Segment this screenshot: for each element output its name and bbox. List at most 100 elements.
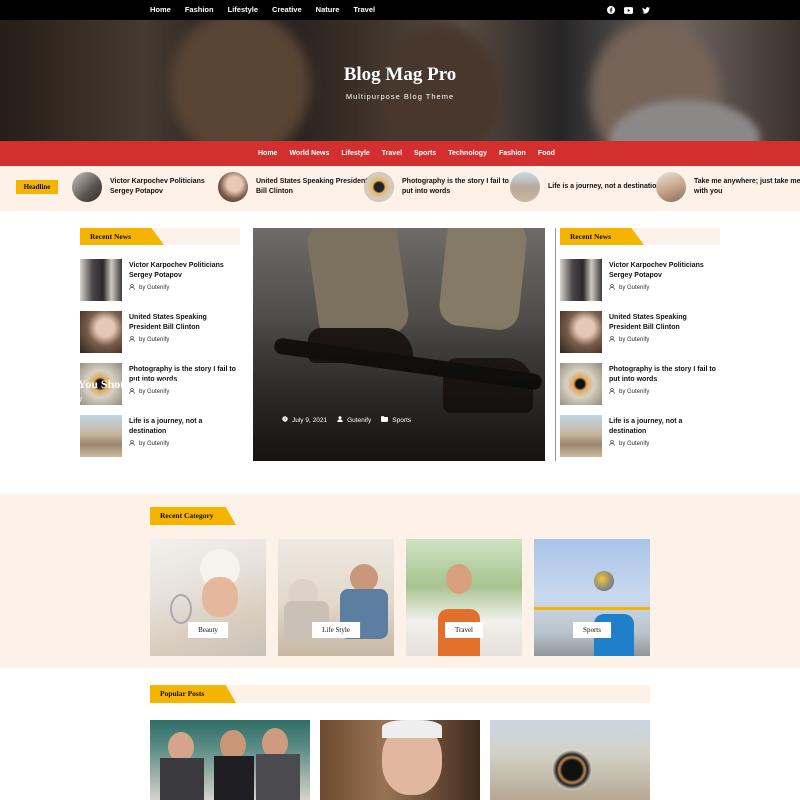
news-title[interactable]: Life is a journey, not a destination xyxy=(609,417,719,437)
news-author[interactable]: by Gutenify xyxy=(139,441,169,447)
category-card-sports[interactable]: Sports xyxy=(534,539,650,656)
user-icon xyxy=(609,336,615,344)
main-nav-home[interactable]: Home xyxy=(258,141,277,166)
user-icon xyxy=(337,416,343,424)
top-bar: Home Fashion Lifestyle Creative Nature T… xyxy=(0,0,800,20)
news-title[interactable]: Life is a journey, not a destination xyxy=(129,417,239,437)
ticker-item[interactable]: Photography is the story I fail to put i… xyxy=(364,172,517,202)
news-author[interactable]: by Gutenify xyxy=(139,337,169,343)
category-label[interactable]: Life Style xyxy=(312,622,360,638)
twitter-icon[interactable] xyxy=(642,6,650,14)
folder-icon xyxy=(381,416,389,424)
left-news-item[interactable]: United States Speaking President Bill Cl… xyxy=(80,311,240,353)
news-thumbnail xyxy=(560,415,602,457)
social-links xyxy=(607,0,650,20)
news-author[interactable]: by Gutenify xyxy=(619,389,649,395)
news-author[interactable]: by Gutenify xyxy=(619,337,649,343)
main-nav-travel[interactable]: Travel xyxy=(382,141,402,166)
main-nav-sports[interactable]: Sports xyxy=(414,141,436,166)
featured-meta: July 9, 2021 Gutenify Sports xyxy=(282,416,411,424)
right-widget-header: Recent News xyxy=(560,228,720,245)
category-card-travel[interactable]: Travel xyxy=(406,539,522,656)
right-widget-title: Recent News xyxy=(570,232,612,241)
hero-banner: Blog Mag Pro Multipurpose Blog Theme xyxy=(0,20,800,141)
right-news-item[interactable]: Photography is the story I fail to put i… xyxy=(560,363,720,405)
recent-category-header: Recent Category xyxy=(150,507,236,525)
news-title[interactable]: Victor Karpochev Politicians Sergey Pota… xyxy=(609,261,719,281)
main-nav-fashion[interactable]: Fashion xyxy=(499,141,526,166)
ticker-item-title: Victor Karpochev Politicians Sergey Pota… xyxy=(110,178,205,195)
featured-date[interactable]: July 9, 2021 xyxy=(292,417,327,424)
headline-badge: Headline xyxy=(16,180,58,194)
site-tagline: Multipurpose Blog Theme xyxy=(345,92,455,101)
ticker-item-title: Photography is the story I fail to put i… xyxy=(402,178,509,195)
facebook-icon[interactable] xyxy=(607,6,615,14)
news-thumbnail xyxy=(560,311,602,353)
featured-author[interactable]: Gutenify xyxy=(347,417,371,424)
ticker-item[interactable]: Take me anywhere; just take me with you xyxy=(656,172,800,202)
right-news-item[interactable]: United States Speaking President Bill Cl… xyxy=(560,311,720,353)
main-nav-technology[interactable]: Technology xyxy=(448,141,487,166)
news-title[interactable]: Victor Karpochev Politicians Sergey Pota… xyxy=(129,261,239,281)
user-icon xyxy=(129,440,135,448)
featured-title[interactable]: 17 Books You Should Read Before (or at) … xyxy=(29,377,249,407)
recent-category-section xyxy=(0,494,800,668)
news-thumbnail xyxy=(560,259,602,301)
column-divider xyxy=(555,228,556,461)
main-nav-food[interactable]: Food xyxy=(538,141,555,166)
main-nav: Home World News Lifestyle Travel Sports … xyxy=(0,141,800,166)
top-nav-home[interactable]: Home xyxy=(150,0,171,20)
popular-posts-title: Popular Posts xyxy=(160,689,205,698)
top-nav-creative[interactable]: Creative xyxy=(272,0,302,20)
right-news-item[interactable]: Life is a journey, not a destination by … xyxy=(560,415,720,457)
news-title[interactable]: United States Speaking President Bill Cl… xyxy=(609,313,719,333)
news-thumbnail xyxy=(80,415,122,457)
user-icon xyxy=(129,336,135,344)
category-card-life-style[interactable]: Life Style xyxy=(278,539,394,656)
featured-post[interactable] xyxy=(253,228,545,461)
news-title[interactable]: Photography is the story I fail to put i… xyxy=(609,365,719,385)
main-nav-world-news[interactable]: World News xyxy=(289,141,329,166)
category-label[interactable]: Beauty xyxy=(188,622,228,638)
featured-category[interactable]: Sports xyxy=(392,417,411,424)
right-news-item[interactable]: Victor Karpochev Politicians Sergey Pota… xyxy=(560,259,720,301)
user-icon xyxy=(609,388,615,396)
top-nav-nature[interactable]: Nature xyxy=(316,0,340,20)
main-nav-lifestyle[interactable]: Lifestyle xyxy=(341,141,369,166)
left-widget-title: Recent News xyxy=(90,232,132,241)
site-title[interactable]: Blog Mag Pro xyxy=(0,64,800,86)
news-thumbnail xyxy=(80,259,122,301)
user-icon xyxy=(609,440,615,448)
ticker-item[interactable]: Victor Karpochev Politicians Sergey Pota… xyxy=(72,172,225,202)
news-author[interactable]: by Gutenify xyxy=(619,441,649,447)
news-thumbnail xyxy=(560,363,602,405)
ticker-thumbnail xyxy=(364,172,394,202)
top-nav-travel[interactable]: Travel xyxy=(353,0,375,20)
news-title[interactable]: United States Speaking President Bill Cl… xyxy=(129,313,239,333)
news-author[interactable]: by Gutenify xyxy=(619,285,649,291)
ticker-thumbnail xyxy=(218,172,248,202)
ticker-item[interactable]: Life is a journey, not a destination xyxy=(510,172,663,202)
youtube-icon[interactable] xyxy=(624,6,633,14)
ticker-item[interactable]: United States Speaking President Bill Cl… xyxy=(218,172,371,202)
news-author[interactable]: by Gutenify xyxy=(139,285,169,291)
category-card-beauty[interactable]: Beauty xyxy=(150,539,266,656)
top-nav: Home Fashion Lifestyle Creative Nature T… xyxy=(150,0,389,20)
ticker-thumbnail xyxy=(656,172,686,202)
left-news-item[interactable]: Life is a journey, not a destination by … xyxy=(80,415,240,457)
category-label[interactable]: Sports xyxy=(573,622,611,638)
recent-category-title: Recent Category xyxy=(160,511,214,520)
top-nav-lifestyle[interactable]: Lifestyle xyxy=(228,0,258,20)
clock-icon xyxy=(282,416,288,424)
left-widget-header: Recent News xyxy=(80,228,240,245)
news-thumbnail xyxy=(80,311,122,353)
top-nav-fashion[interactable]: Fashion xyxy=(185,0,214,20)
ticker-thumbnail xyxy=(510,172,540,202)
ticker-item-title: Life is a journey, not a destination xyxy=(548,183,661,190)
popular-post-card[interactable] xyxy=(490,720,650,800)
ticker-item-title: United States Speaking President Bill Cl… xyxy=(256,178,368,195)
popular-post-card[interactable] xyxy=(320,720,480,800)
category-label[interactable]: Travel xyxy=(444,622,484,638)
left-news-item[interactable]: Victor Karpochev Politicians Sergey Pota… xyxy=(80,259,240,301)
popular-post-card[interactable] xyxy=(150,720,310,800)
